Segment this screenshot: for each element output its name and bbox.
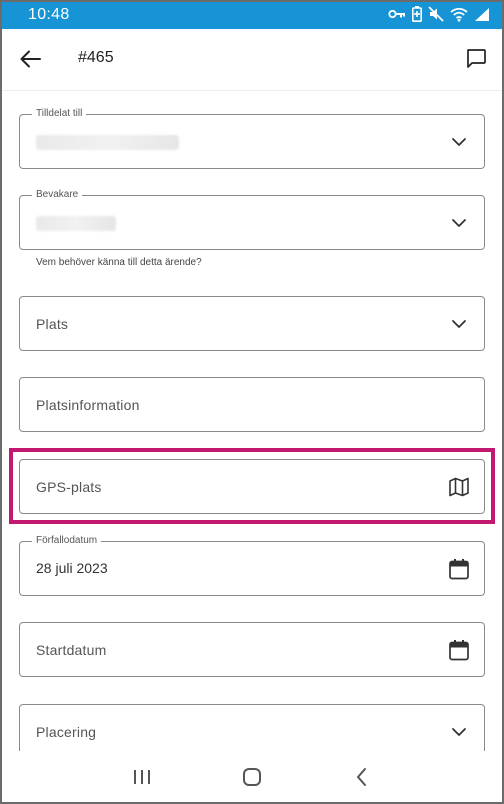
chat-bubble-icon[interactable] [464, 46, 488, 70]
redacted-value [36, 135, 179, 150]
watchers-helper-text: Vem behöver känna till detta ärende? [36, 257, 202, 268]
home-icon[interactable] [240, 765, 264, 789]
page-title: #465 [78, 49, 114, 66]
due-date-label: Förfallodatum [32, 535, 102, 547]
chevron-down-icon[interactable] [448, 721, 470, 743]
location-select[interactable]: Plats [19, 296, 485, 351]
chevron-down-icon[interactable] [448, 212, 470, 234]
placement-placeholder: Placering [36, 724, 97, 740]
location-info-placeholder: Platsinformation [36, 397, 140, 413]
system-nav-bar [0, 751, 504, 804]
start-date-placeholder: Startdatum [36, 642, 107, 658]
due-date-input[interactable]: Förfallodatum 28 juli 2023 [19, 535, 485, 596]
location-placeholder: Plats [36, 316, 69, 332]
recent-apps-icon[interactable] [130, 765, 154, 789]
arrow-left-icon[interactable] [18, 46, 44, 72]
back-icon[interactable] [350, 765, 374, 789]
assigned-to-label: Tilldelat till [32, 108, 87, 120]
due-date-value: 28 juli 2023 [36, 560, 108, 576]
battery-saver-icon [412, 6, 422, 22]
chevron-down-icon[interactable] [448, 131, 470, 153]
calendar-icon[interactable] [448, 558, 470, 580]
gps-location-input[interactable]: GPS-plats [19, 459, 485, 514]
location-info-input[interactable]: Platsinformation [19, 377, 485, 432]
app-bar: #465 [0, 29, 504, 91]
status-time: 10:48 [28, 6, 70, 23]
watchers-select[interactable]: Bevakare [19, 189, 485, 250]
mute-icon [428, 6, 444, 22]
status-bar: 10:48 [0, 0, 504, 29]
chevron-down-icon[interactable] [448, 313, 470, 335]
vpn-key-icon [388, 7, 406, 21]
assigned-to-select[interactable]: Tilldelat till [19, 108, 485, 169]
map-icon[interactable] [448, 476, 470, 498]
gps-location-placeholder: GPS-plats [36, 479, 102, 495]
watchers-label: Bevakare [32, 189, 83, 201]
calendar-icon[interactable] [448, 639, 470, 661]
redacted-value [36, 216, 116, 231]
start-date-input[interactable]: Startdatum [19, 622, 485, 677]
wifi-icon [450, 7, 468, 22]
status-icons [388, 6, 490, 22]
signal-icon [474, 7, 490, 22]
